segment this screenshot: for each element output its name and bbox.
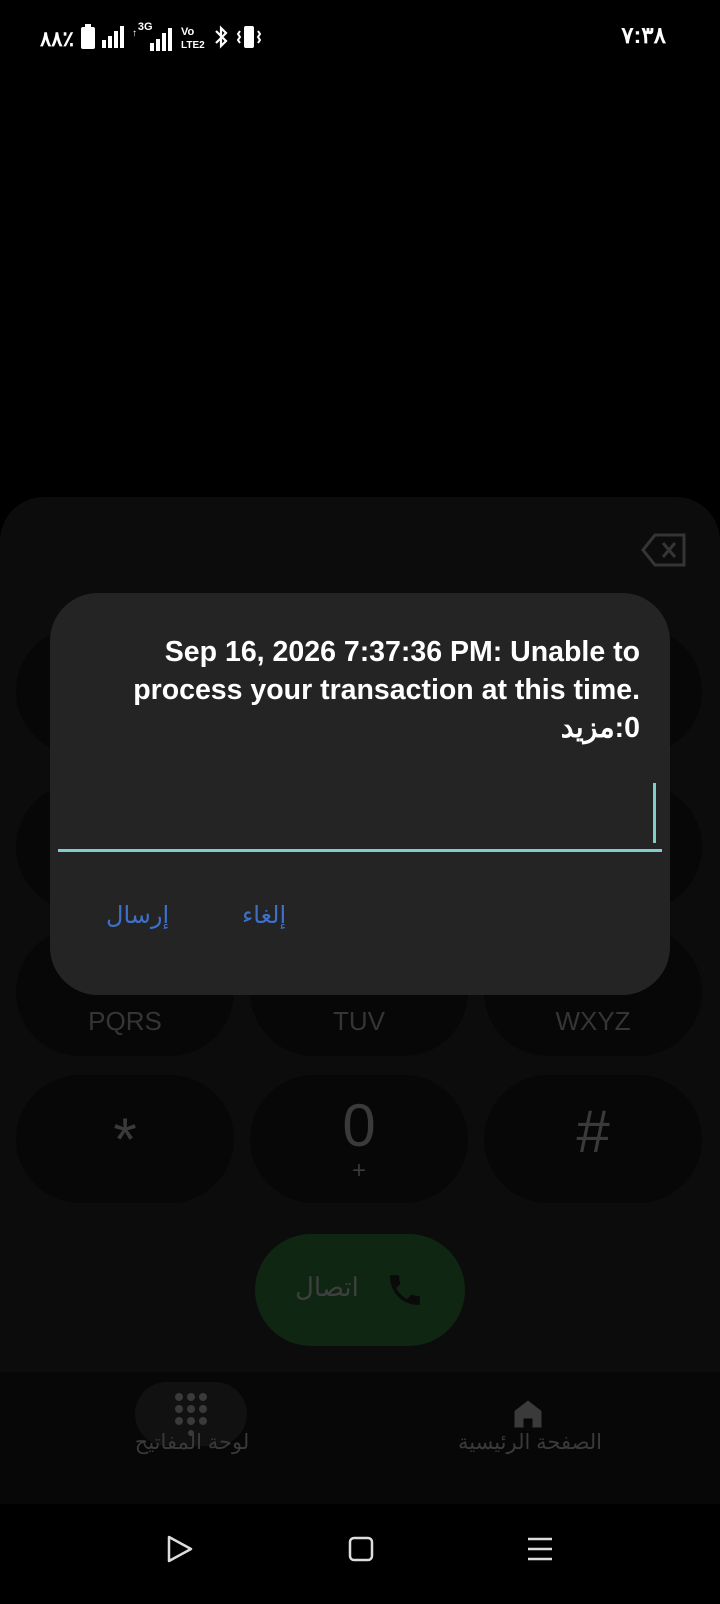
key-digit: 0 <box>342 1092 376 1159</box>
system-nav-bar <box>0 1504 720 1604</box>
signal-3g-icon: 3G ↑ <box>132 21 174 51</box>
volte-icon: Vo LTE2 <box>180 24 206 55</box>
backspace-icon[interactable] <box>641 533 687 567</box>
phone-icon <box>385 1270 425 1315</box>
ussd-dialog: Sep 16, 2026 7:37:36 PM: Unable to .proce… <box>50 593 670 995</box>
dial-key-hash[interactable]: # <box>484 1075 702 1203</box>
bluetooth-icon <box>212 24 230 55</box>
battery-percent: ٨٨٪ <box>40 27 74 51</box>
status-icons: ٨٨٪ 3G ↑ Vo LTE2 <box>40 21 262 55</box>
key-letters: TUV <box>333 1006 385 1036</box>
clock: ٧:٣٨ <box>621 22 666 48</box>
nav-home-label[interactable]: الصفحة الرئيسية <box>440 1430 620 1455</box>
key-digit: * <box>113 1106 137 1173</box>
call-label: اتصال <box>295 1272 359 1302</box>
dial-key-0[interactable]: 0 + <box>250 1075 468 1203</box>
bottom-nav: لوحة المفاتيح الصفحة الرئيسية <box>0 1372 720 1504</box>
call-button[interactable]: اتصال <box>255 1234 465 1346</box>
svg-text:↑: ↑ <box>132 28 137 39</box>
dialog-message-line3: 0:مزيد <box>560 712 640 744</box>
back-triangle-icon[interactable] <box>166 1534 194 1569</box>
dialog-message: Sep 16, 2026 7:37:36 PM: Unable to .proce… <box>80 633 640 747</box>
dialog-message-line2: .process your transaction at this time <box>133 674 640 706</box>
key-sub: + <box>351 1157 366 1184</box>
dialog-message-line1: Sep 16, 2026 7:37:36 PM: Unable to <box>164 636 640 668</box>
reply-input[interactable] <box>58 783 662 852</box>
vibrate-icon <box>236 24 262 55</box>
cancel-button[interactable]: إلغاء <box>242 901 286 929</box>
send-button[interactable]: إرسال <box>106 901 169 929</box>
svg-text:Vo: Vo <box>181 26 195 38</box>
svg-text:LTE2: LTE2 <box>181 40 205 50</box>
text-cursor <box>653 783 656 843</box>
key-letters: PQRS <box>88 1006 162 1036</box>
signal-icon <box>101 25 126 53</box>
key-letters: WXYZ <box>555 1006 631 1036</box>
status-bar: ٨٨٪ 3G ↑ Vo LTE2 ٧:٣٨ <box>0 0 720 78</box>
battery-icon <box>80 23 96 55</box>
dial-key-star[interactable]: * <box>16 1075 234 1203</box>
nav-keypad-label[interactable]: لوحة المفاتيح <box>112 1430 272 1455</box>
recents-menu-icon[interactable] <box>526 1536 554 1567</box>
home-square-icon[interactable] <box>348 1536 374 1567</box>
key-digit: # <box>576 1098 610 1165</box>
